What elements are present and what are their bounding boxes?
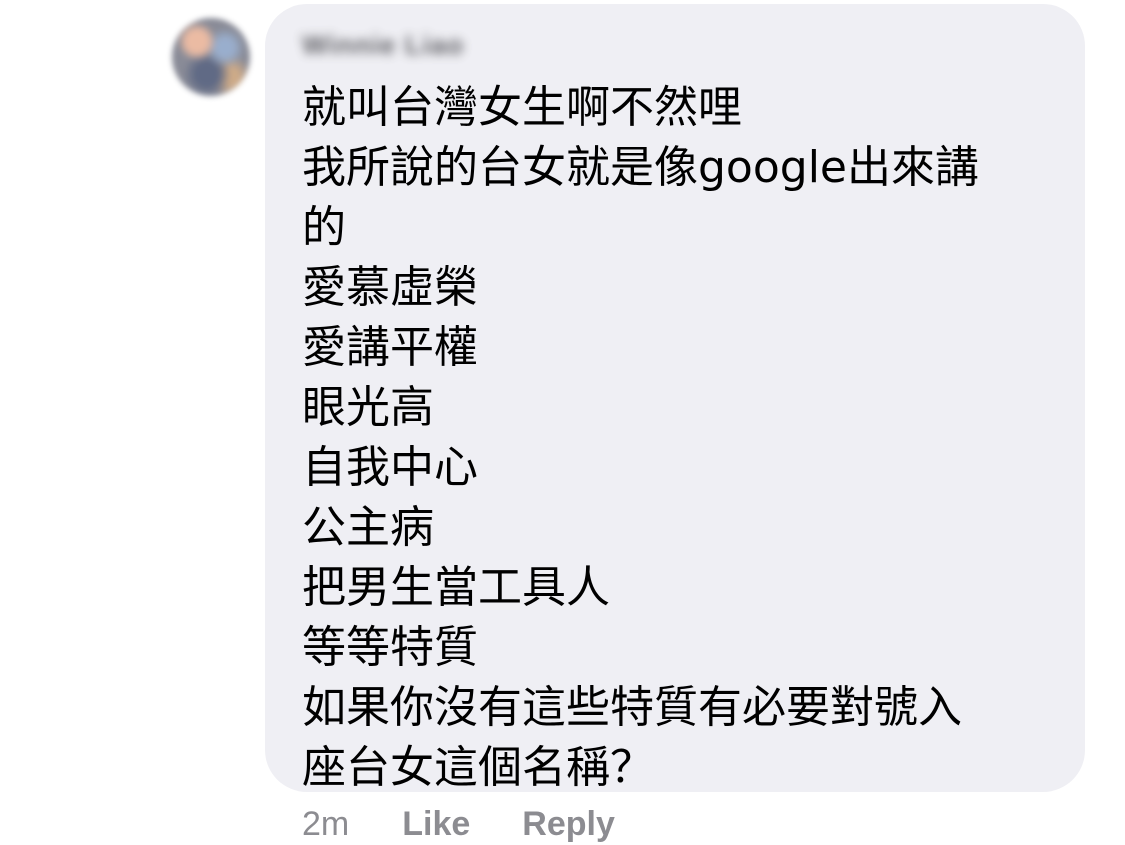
comment-line: 眼光高	[302, 382, 434, 433]
comment-actions: 2m Like Reply	[302, 800, 615, 845]
comment-timestamp[interactable]: 2m	[302, 805, 349, 844]
comment-line: 把男生當工具人	[302, 562, 610, 613]
comment-line: 等等特質	[302, 622, 478, 673]
comment-line: 愛慕虛榮	[302, 262, 478, 313]
comment-line: 座台女這個名稱？	[302, 742, 654, 793]
comment-line: 的	[302, 202, 346, 253]
comment-body: 就叫台灣女生啊不然哩 我所說的台女就是像google出來講 的 愛慕虛榮 愛講平…	[302, 78, 1062, 798]
comment-author-name[interactable]: Winnie Liao	[302, 30, 464, 61]
like-button[interactable]: Like	[402, 805, 470, 844]
comment-line: 就叫台灣女生啊不然哩	[302, 82, 742, 133]
comment-line: 公主病	[302, 502, 434, 553]
comment-line: 如果你沒有這些特質有必要對號入	[302, 682, 962, 733]
comment-thread: Winnie Liao 就叫台灣女生啊不然哩 我所說的台女就是像google出來…	[0, 0, 1125, 845]
reply-button[interactable]: Reply	[522, 805, 615, 844]
avatar[interactable]	[172, 18, 250, 96]
comment-line: 我所說的台女就是像google出來講	[302, 142, 979, 193]
comment-line: 愛講平權	[302, 322, 478, 373]
comment-line: 自我中心	[302, 442, 478, 493]
